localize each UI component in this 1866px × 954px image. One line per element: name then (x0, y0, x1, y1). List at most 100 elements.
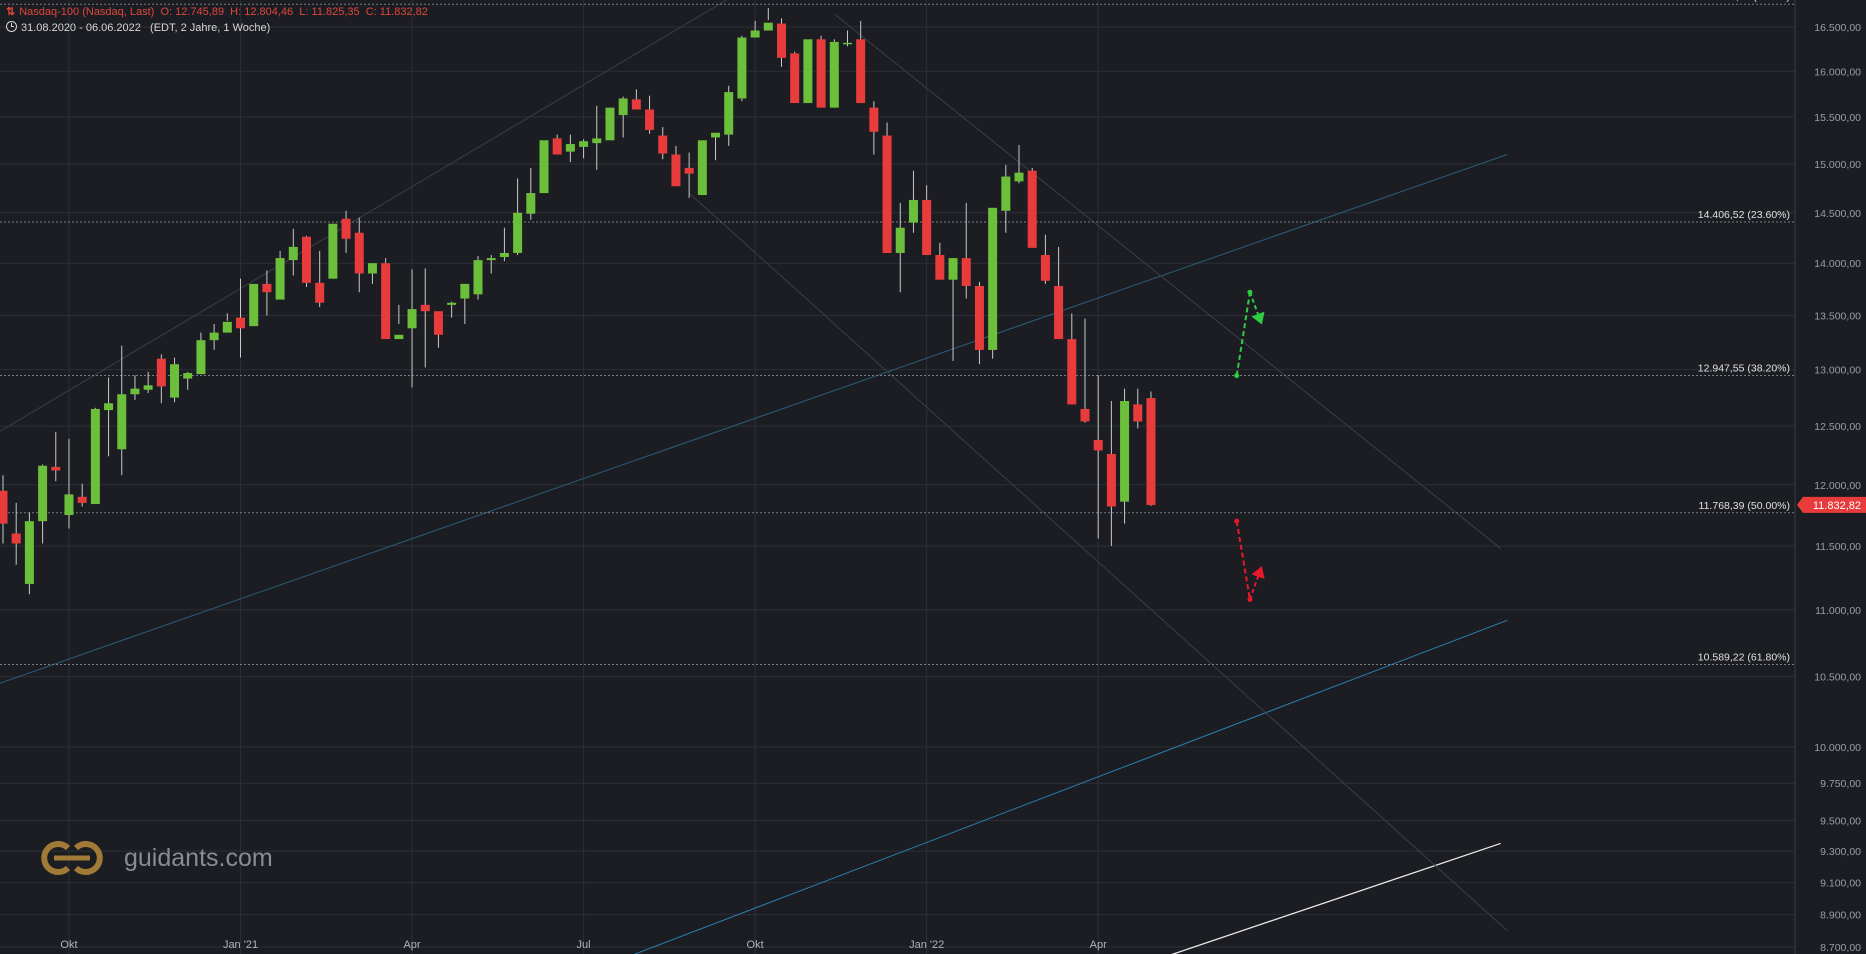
range-line: 31.08.2020 - 06.06.2022 (EDT, 2 Jahre, 1… (21, 22, 271, 34)
candle-body (869, 107, 879, 132)
fib-level-label: 14.406,52 (23.60%) (1698, 209, 1790, 221)
candle-body (724, 92, 734, 135)
candle-body (460, 283, 470, 299)
candle-body (315, 282, 325, 303)
candle-body (499, 252, 509, 258)
candle-body (196, 340, 206, 375)
candle-body (895, 227, 905, 253)
y-tick-label: 11.000,00 (1815, 605, 1861, 617)
y-tick-label: 9.750,00 (1820, 778, 1861, 790)
candle-body (618, 98, 628, 116)
price-chart[interactable]: 16.764,86 (0.00%) 14.406,52 (23.60%) 12.94… (0, 0, 1866, 954)
price-axis[interactable] (1795, 0, 1866, 954)
candle-body (1001, 176, 1011, 211)
candle-body (473, 260, 483, 295)
candle-body (579, 141, 589, 147)
candle-body (354, 232, 364, 274)
quote-line: Nasdaq-100 (Nasdaq, Last) O: 12.745,89 H… (19, 6, 428, 18)
x-tick-label: Apr (403, 939, 420, 951)
y-tick-label: 8.900,00 (1820, 909, 1861, 921)
candle-body (592, 138, 602, 144)
fib-level-label: 11.768,39 (50.00%) (1699, 500, 1790, 512)
candle-body (737, 37, 747, 99)
candle-body (394, 334, 404, 340)
candle-body (829, 41, 839, 108)
projection-up-start (1234, 373, 1240, 379)
candle-body (1067, 339, 1077, 405)
candle-body (249, 283, 259, 327)
y-tick-label: 11.500,00 (1815, 541, 1861, 553)
y-tick-label: 16.500,00 (1814, 22, 1861, 34)
candle-body (777, 23, 787, 58)
fib-level-label: 16.764,86 (0.00%) (1704, 0, 1790, 3)
candle-body (38, 465, 48, 522)
candle-body (328, 223, 338, 279)
y-tick-label: 8.700,00 (1820, 942, 1861, 954)
plot-background (0, 0, 1866, 954)
candle-body (77, 496, 87, 503)
candle-body (750, 30, 760, 38)
quote-header: ⇅ Nasdaq-100 (Nasdaq, Last) O: 12.745,89 … (6, 5, 428, 18)
y-tick-label: 9.300,00 (1820, 846, 1861, 858)
candle-body (526, 193, 536, 214)
candle-body (64, 494, 74, 516)
y-tick-label: 12.500,00 (1814, 421, 1861, 433)
candle-body (1146, 398, 1156, 505)
candle-body (301, 236, 311, 283)
candle-body (447, 302, 457, 305)
y-tick-label: 15.500,00 (1814, 112, 1861, 124)
candle-body (658, 135, 668, 154)
x-tick-label: Okt (60, 939, 77, 951)
candle-body (420, 304, 430, 312)
candle-body (1080, 408, 1090, 422)
candle-body (565, 144, 575, 152)
candle-body (275, 258, 285, 300)
candle-body (1014, 172, 1024, 182)
guidants-logo: guidants.com (38, 838, 273, 878)
candle-body (816, 39, 826, 108)
candle-body (1120, 401, 1130, 502)
candle-body (842, 42, 852, 45)
y-tick-label: 14.000,00 (1814, 258, 1861, 270)
candle-body (539, 140, 549, 194)
y-tick-label: 14.500,00 (1814, 208, 1861, 220)
guidants-logo-icon (41, 841, 103, 875)
candle-body (367, 263, 377, 274)
x-tick-label: Jan '22 (909, 939, 944, 951)
y-tick-label: 16.000,00 (1814, 66, 1861, 78)
clock-icon (6, 21, 17, 32)
candle-body (645, 109, 655, 130)
candle-body (1106, 453, 1116, 507)
candle-body (605, 107, 615, 141)
candlestick-icon: ⇅ (6, 6, 16, 18)
candle-body (1133, 404, 1143, 422)
candle-body (170, 364, 180, 398)
candle-body (288, 246, 298, 261)
candle-body (156, 358, 166, 387)
candle-body (486, 258, 496, 261)
x-tick-label: Jul (577, 939, 591, 951)
candle-body (183, 373, 193, 379)
last-price-label: 11.832,82 (1813, 500, 1861, 512)
y-tick-label: 10.000,00 (1814, 742, 1861, 754)
candle-body (763, 22, 773, 31)
candle-body (882, 135, 892, 253)
y-tick-label: 10.500,00 (1814, 672, 1861, 684)
x-tick-label: Jan '21 (223, 939, 258, 951)
candle-body (922, 199, 932, 256)
candle-body (961, 258, 971, 286)
candle-body (117, 394, 127, 450)
candle-body (1093, 439, 1103, 451)
y-tick-label: 9.100,00 (1820, 877, 1861, 889)
x-tick-label: Okt (747, 939, 764, 951)
candle-body (803, 39, 813, 104)
y-tick-label: 9.500,00 (1820, 816, 1861, 828)
candle-body (1054, 285, 1064, 340)
candle-body (341, 218, 351, 239)
candle-body (1027, 170, 1037, 248)
candle-body (948, 258, 958, 280)
y-tick-label: 13.000,00 (1814, 365, 1861, 377)
candle-body (856, 39, 866, 104)
logo-text: guidants.com (124, 843, 273, 872)
candle-body (988, 207, 998, 350)
